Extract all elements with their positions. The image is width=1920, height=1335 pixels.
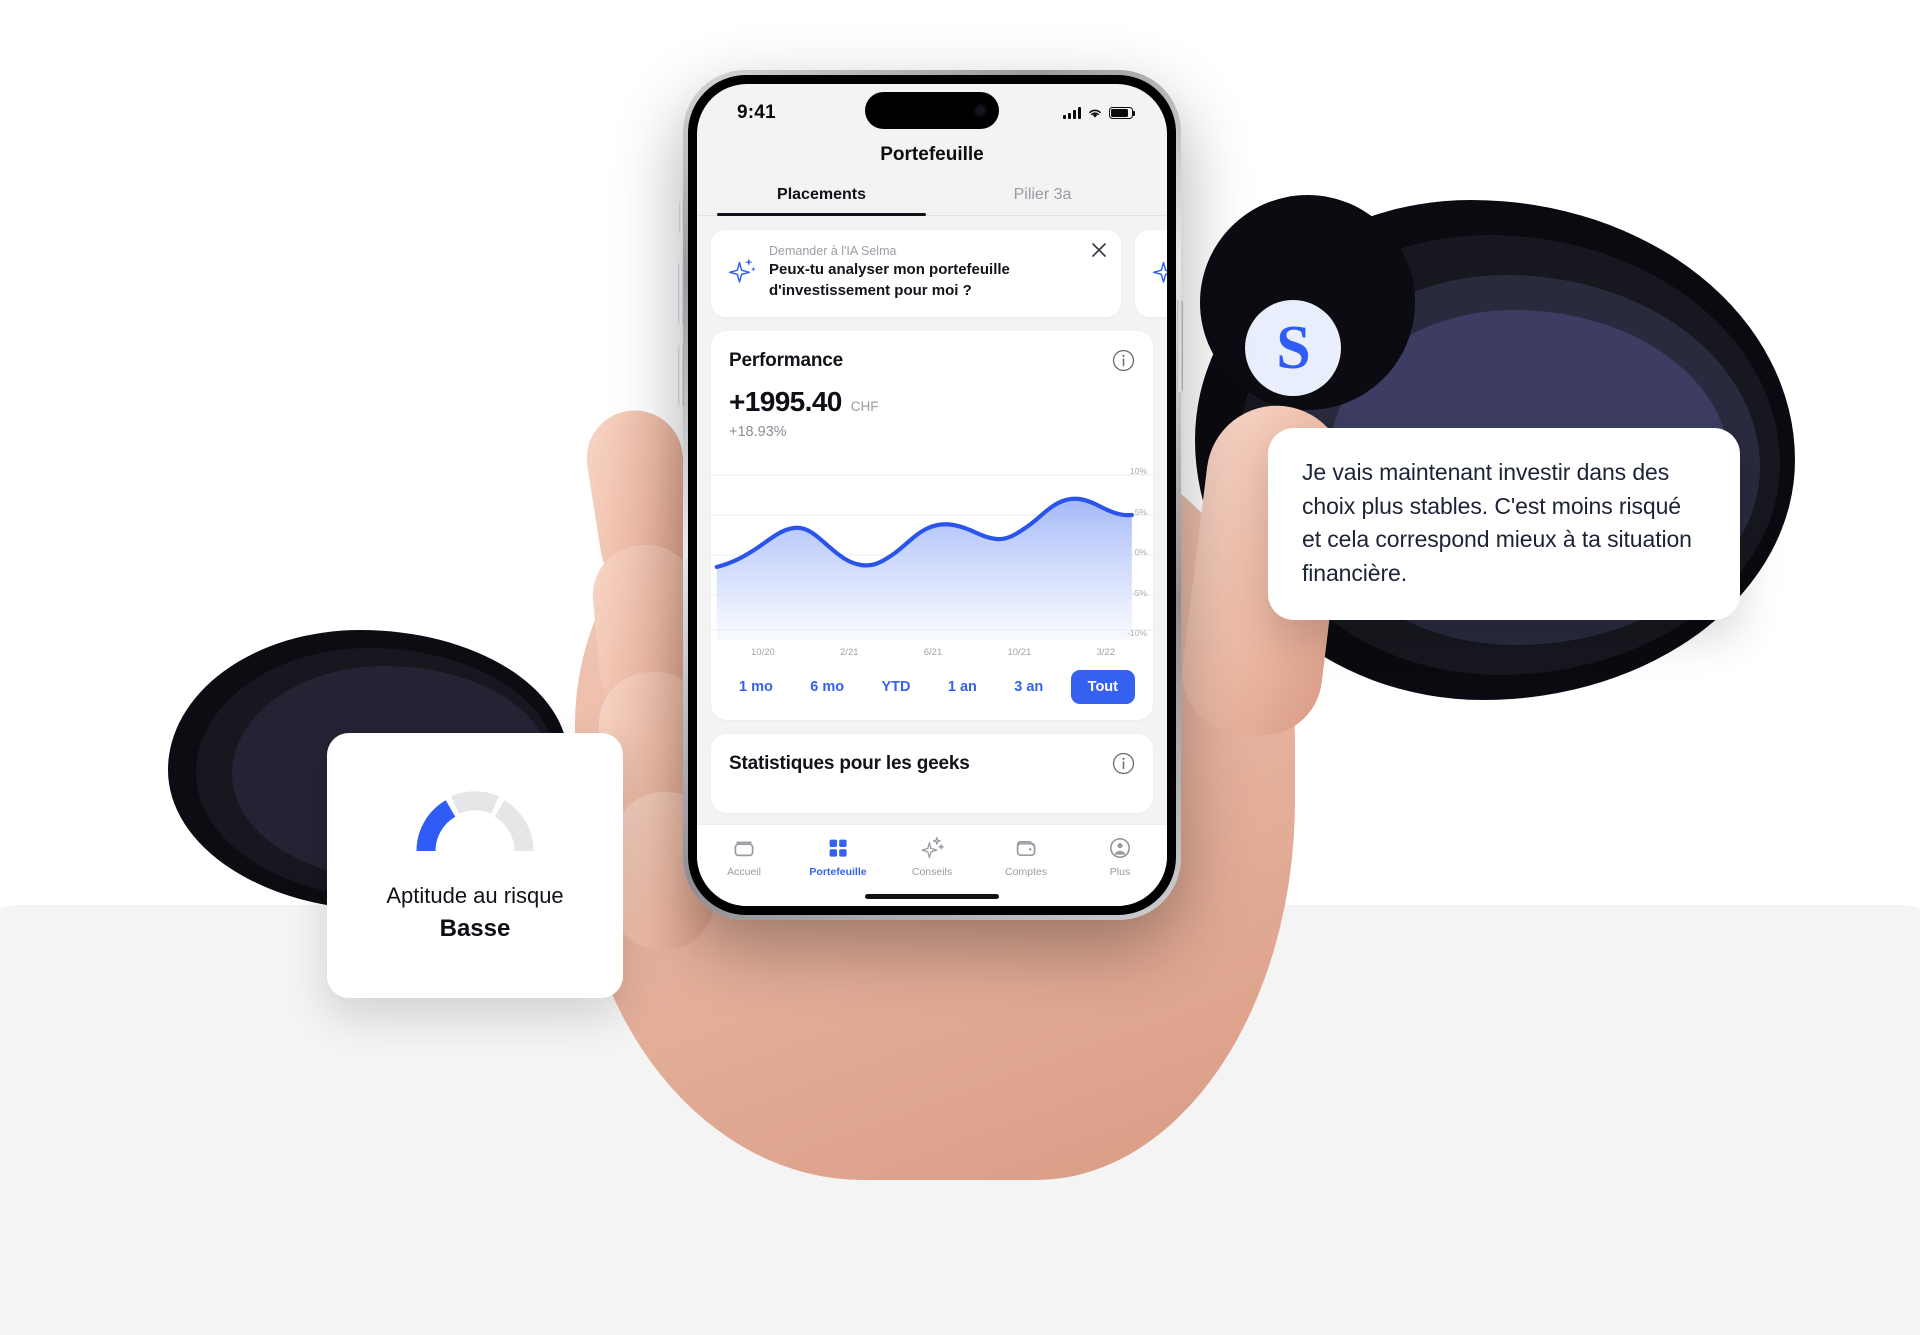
volume-down-button[interactable] xyxy=(678,344,684,406)
chart-area-fill xyxy=(716,499,1132,641)
home-indicator[interactable] xyxy=(865,894,999,899)
chart-x-axis: 10/20 2/21 6/21 10/21 3/22 xyxy=(729,640,1135,658)
volume-up-button[interactable] xyxy=(678,262,684,324)
page-title: Portefeuille xyxy=(880,144,984,165)
ai-prompt-text: Demander à l'IA Selma Peux-tu analyser m… xyxy=(769,244,1105,301)
nav-item-conseils[interactable]: Conseils xyxy=(885,835,979,878)
range-ytd[interactable]: YTD xyxy=(871,671,920,703)
y-tick: 10% xyxy=(1129,466,1147,477)
info-icon[interactable] xyxy=(1112,349,1135,372)
power-button[interactable] xyxy=(1177,300,1183,392)
range-1an[interactable]: 1 an xyxy=(938,671,987,703)
nav-item-plus[interactable]: Plus xyxy=(1073,835,1167,878)
nav-item-accueil[interactable]: Accueil xyxy=(697,835,791,878)
nav-label: Plus xyxy=(1109,866,1131,878)
x-tick: 10/20 xyxy=(751,647,775,659)
range-6mo[interactable]: 6 mo xyxy=(800,671,854,703)
risk-capacity-card: Aptitude au risque Basse xyxy=(327,733,623,998)
nav-item-comptes[interactable]: Comptes xyxy=(979,835,1073,878)
geek-stats-card[interactable]: Statistiques pour les geeks xyxy=(711,734,1153,814)
phone-bezel: 9:41 Portefeuille Placements Pilier 3a D… xyxy=(688,75,1176,915)
range-tout[interactable]: Tout xyxy=(1070,670,1135,705)
geek-stats-title: Statistiques pour les geeks xyxy=(729,752,970,774)
range-selector: 1 mo 6 mo YTD 1 an 3 an Tout xyxy=(729,658,1135,720)
performance-value: +1995.40 xyxy=(729,386,842,418)
assistant-speech-bubble: Je vais maintenant investir dans des cho… xyxy=(1268,428,1740,621)
gauge-icon xyxy=(416,790,534,851)
sparkle-icon xyxy=(728,258,756,283)
close-icon[interactable] xyxy=(1089,240,1109,260)
segment-tabs: Placements Pilier 3a xyxy=(697,180,1167,216)
status-time: 9:41 xyxy=(737,102,776,123)
geek-stats-header: Statistiques pour les geeks xyxy=(729,752,1135,775)
nav-label: Comptes xyxy=(1004,866,1047,878)
silent-switch[interactable] xyxy=(679,200,684,234)
home-box-icon xyxy=(734,841,754,857)
phone-device: 9:41 Portefeuille Placements Pilier 3a D… xyxy=(683,70,1181,920)
wifi-icon xyxy=(1089,109,1101,118)
risk-capacity-label: Aptitude au risque xyxy=(386,882,564,908)
y-tick: 5% xyxy=(1134,506,1147,517)
phone-screen: 9:41 Portefeuille Placements Pilier 3a D… xyxy=(697,84,1167,906)
background-slab xyxy=(0,905,1920,1335)
performance-percent: +18.93% xyxy=(729,424,787,441)
ai-prompt-card-next[interactable] xyxy=(1135,230,1167,318)
nav-label: Accueil xyxy=(727,866,761,878)
performance-chart[interactable]: 10% 5% 0% -5% -10% xyxy=(711,462,1153,641)
performance-chart-svg xyxy=(711,474,1153,641)
x-tick: 3/22 xyxy=(1096,647,1116,659)
tab-pilier-3a[interactable]: Pilier 3a xyxy=(932,180,1153,215)
performance-title: Performance xyxy=(729,349,843,371)
sparkle-icon xyxy=(1152,261,1167,283)
x-tick: 6/21 xyxy=(923,647,943,659)
performance-header: Performance xyxy=(729,349,1135,372)
status-indicators xyxy=(1063,107,1136,119)
ai-prompt-carousel[interactable]: Demander à l'IA Selma Peux-tu analyser m… xyxy=(697,230,1167,318)
tab-placements[interactable]: Placements xyxy=(711,180,932,216)
wallet-icon xyxy=(1016,840,1036,857)
y-tick: -10% xyxy=(1127,628,1147,639)
content-scroll[interactable]: Demander à l'IA Selma Peux-tu analyser m… xyxy=(697,216,1167,824)
grid-squares-icon xyxy=(829,839,847,857)
info-icon[interactable] xyxy=(1112,752,1135,775)
y-tick: 0% xyxy=(1134,547,1147,558)
status-bar: 9:41 xyxy=(697,84,1167,136)
range-3an[interactable]: 3 an xyxy=(1004,671,1053,703)
selma-logo: S xyxy=(1245,300,1341,396)
range-1mo[interactable]: 1 mo xyxy=(729,671,783,703)
sparkle-icon xyxy=(921,836,944,859)
ai-prompt-kicker: Demander à l'IA Selma xyxy=(769,244,897,258)
cellular-bars-icon xyxy=(1063,107,1081,119)
chart-y-axis: 10% 5% 0% -5% -10% xyxy=(1113,462,1147,640)
x-tick: 2/21 xyxy=(840,647,859,659)
y-tick: -5% xyxy=(1131,587,1147,598)
battery-icon xyxy=(1109,107,1136,119)
performance-currency: CHF xyxy=(850,399,879,415)
front-camera-icon xyxy=(974,104,987,117)
risk-capacity-value: Basse xyxy=(439,914,511,942)
performance-value-row: +1995.40 CHF xyxy=(729,386,1135,418)
nav-item-portefeuille[interactable]: Portefeuille xyxy=(791,835,885,878)
scene-background: S 9:41 Portefeuille Placements Pilier 3a… xyxy=(0,0,1920,1335)
nav-label: Portefeuille xyxy=(809,866,867,878)
ai-prompt-card[interactable]: Demander à l'IA Selma Peux-tu analyser m… xyxy=(711,230,1121,318)
ai-prompt-question: Peux-tu analyser mon portefeuille d'inve… xyxy=(769,261,1010,299)
dynamic-island xyxy=(865,92,999,129)
nav-label: Conseils xyxy=(911,866,953,878)
performance-card: Performance +1995.40 CHF +18.93% 10% 5% … xyxy=(711,331,1153,721)
person-circle-icon xyxy=(1109,837,1131,859)
x-tick: 10/21 xyxy=(1007,647,1032,659)
